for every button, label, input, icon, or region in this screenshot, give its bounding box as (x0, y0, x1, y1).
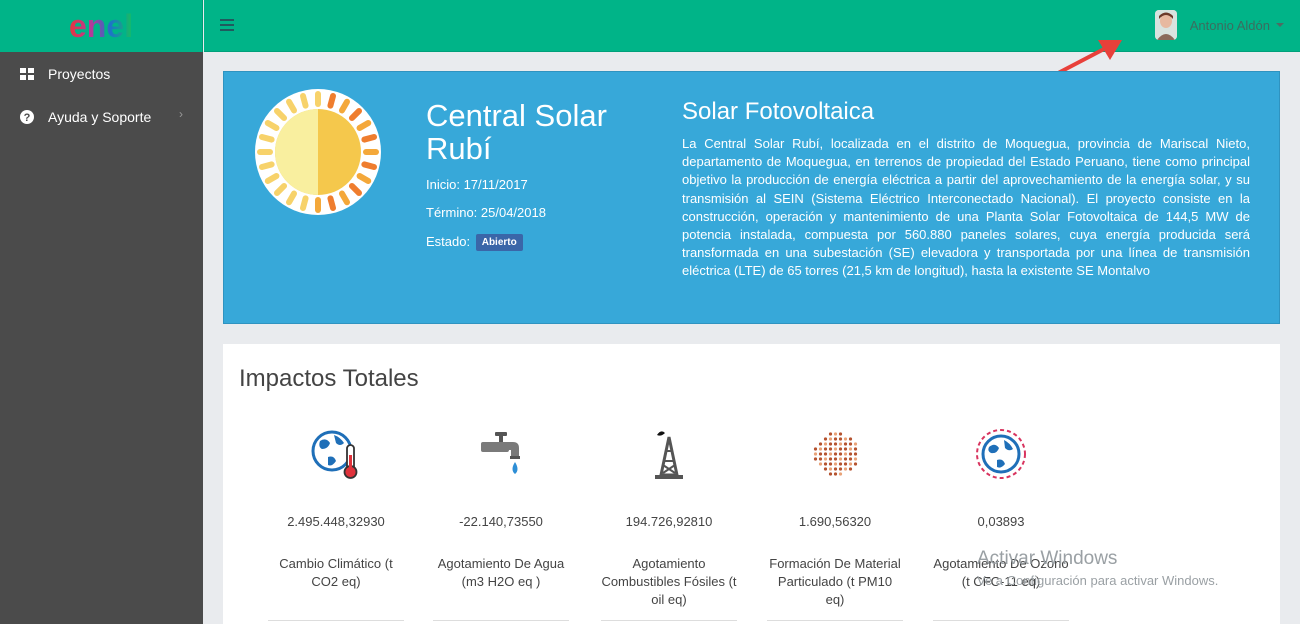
user-menu[interactable]: Antonio Aldón (1154, 10, 1284, 40)
metric-value: -22.140,73550 (459, 514, 543, 529)
metric-value: 194.726,92810 (625, 514, 713, 529)
svg-text:enel: enel (69, 8, 133, 44)
grid-icon (20, 67, 34, 81)
sidebar-item-label: Proyectos (48, 65, 111, 82)
menu-toggle-icon[interactable] (220, 19, 234, 31)
sidebar-item-ayuda[interactable]: ? Ayuda y Soporte › (0, 95, 203, 138)
project-title: Central Solar Rubí (426, 98, 607, 166)
particles-icon (813, 432, 858, 476)
ozone-globe-icon (976, 429, 1026, 479)
project-description: La Central Solar Rubí, localizada en el … (682, 136, 1250, 279)
metric-value: 2.495.448,32930 (287, 514, 385, 529)
windows-activation-watermark: Activar Windows Ve a Configuración para … (977, 548, 1218, 588)
sun-icon (255, 89, 381, 215)
oil-derrick-icon (655, 431, 683, 479)
project-header: Central Solar Rubí Inicio: 17/11/2017 Té… (223, 71, 1280, 324)
metric-card: 2.495.448,32930 Cambio Climático (t CO2 … (268, 424, 404, 621)
sidebar-item-label: Ayuda y Soporte (48, 108, 152, 125)
metric-card: 1.690,56320 Formación De Material Partic… (767, 424, 903, 621)
metric-label: Agotamiento Combustibles Fósiles (t oil … (601, 556, 737, 607)
metric-label: Agotamiento De Agua (m3 H2O eq ) (437, 556, 565, 589)
avatar (1154, 10, 1177, 40)
user-name: Antonio Aldón (1189, 17, 1270, 33)
chevron-right-icon: › (179, 107, 183, 121)
project-end-date: Término: 25/04/2018 (426, 205, 546, 220)
impacts-title: Impactos Totales (239, 365, 419, 392)
status-badge: Abierto (475, 234, 523, 252)
metric-value: 0,03893 (977, 514, 1025, 529)
svg-text:?: ? (24, 112, 31, 124)
status-label: Estado: (426, 234, 471, 249)
enel-logo-icon: enel (69, 8, 133, 44)
caret-down-icon (1276, 23, 1284, 27)
help-icon: ? (20, 109, 34, 124)
project-start-date: Inicio: 17/11/2017 (426, 177, 528, 192)
faucet-icon (481, 432, 520, 474)
metric-label: Formación De Material Particulado (t PM1… (769, 556, 901, 607)
watermark-subtitle: Ve a Configuración para activar Windows. (977, 573, 1219, 588)
logo[interactable]: enel (0, 0, 203, 52)
watermark-title: Activar Windows (977, 548, 1118, 569)
top-bar: Antonio Aldón (204, 0, 1300, 52)
metric-card: 194.726,92810 Agotamiento Combustibles F… (601, 424, 737, 621)
project-status: Estado: Abierto (426, 234, 523, 252)
metric-label: Cambio Climático (t CO2 eq) (279, 556, 393, 589)
metric-value: 1.690,56320 (798, 514, 872, 529)
project-type: Solar Fotovoltaica (682, 98, 875, 125)
sidebar: enel Proyectos ? Ayuda y Soporte › (0, 0, 203, 624)
metric-card: -22.140,73550 Agotamiento De Agua (m3 H2… (433, 424, 569, 621)
globe-thermometer-icon (311, 430, 358, 479)
sidebar-item-proyectos[interactable]: Proyectos (0, 52, 203, 95)
